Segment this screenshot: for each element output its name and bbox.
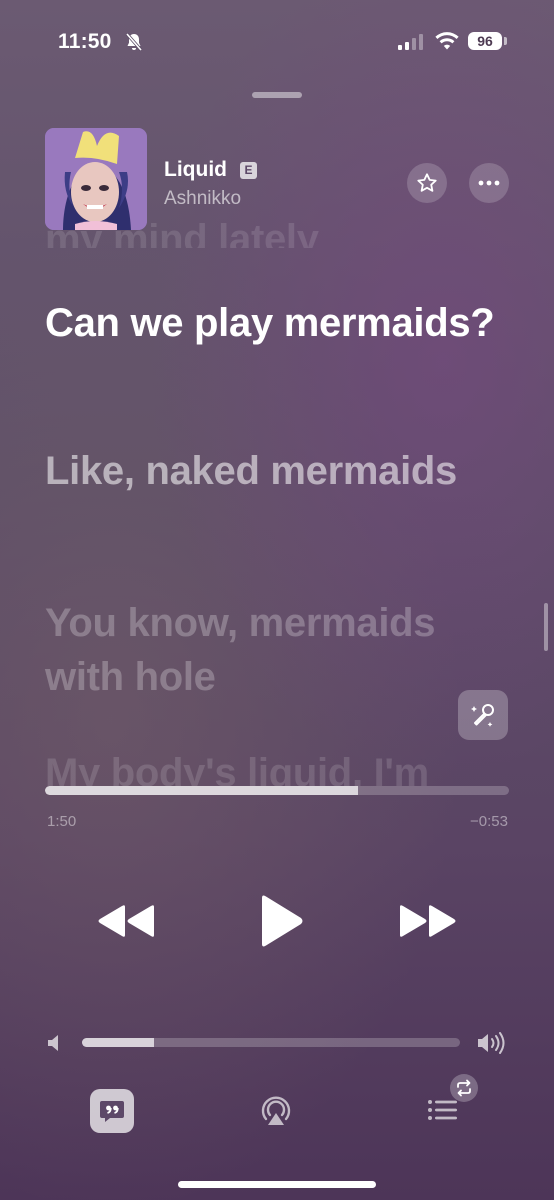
rewind-icon: [98, 905, 154, 937]
sing-button[interactable]: [458, 690, 508, 740]
explicit-badge: E: [240, 162, 257, 179]
sheet-grabber[interactable]: [252, 92, 302, 98]
more-button[interactable]: [469, 163, 509, 203]
wifi-icon: [435, 32, 459, 50]
repeat-icon: [457, 1079, 471, 1097]
microphone-sparkle-icon: [471, 704, 494, 727]
repeat-button[interactable]: [450, 1074, 478, 1102]
lyric-line[interactable]: My body's liquid, I'm: [45, 746, 515, 786]
more-icon: [478, 180, 500, 186]
elapsed-time: 1:50: [47, 813, 77, 830]
song-title: Liquid: [164, 158, 227, 181]
lyrics-button[interactable]: [90, 1089, 134, 1133]
battery-cap: [504, 37, 507, 45]
lyric-line[interactable]: You know, mermaids with hole: [45, 596, 515, 704]
fast-forward-icon: [400, 905, 456, 937]
lyrics-scrollbar[interactable]: [544, 603, 548, 651]
volume-slider[interactable]: [82, 1038, 460, 1047]
cellular-signal-icon: [398, 34, 423, 50]
airplay-icon: [261, 1096, 291, 1125]
artist-name[interactable]: Ashnikko: [164, 188, 241, 210]
bell-slash-icon: [125, 32, 143, 52]
playback-scrubber[interactable]: [45, 786, 509, 795]
lyric-line-active[interactable]: Can we play mermaids?: [45, 296, 515, 350]
lyrics-icon: [100, 1101, 124, 1122]
rewind-button[interactable]: [96, 896, 158, 946]
play-button[interactable]: [250, 890, 310, 952]
lyric-line[interactable]: Like, naked mermaids: [45, 444, 515, 498]
play-icon: [262, 895, 303, 947]
airplay-button[interactable]: [256, 1089, 296, 1129]
lyric-line-previous[interactable]: my mind lately: [45, 212, 515, 248]
remaining-time: −0:53: [470, 813, 508, 830]
volume-high-icon: [478, 1032, 505, 1054]
volume-low-icon: [48, 1035, 58, 1051]
star-icon: [417, 173, 437, 192]
playback-progress-fill: [45, 786, 359, 795]
home-indicator[interactable]: [178, 1181, 376, 1188]
fast-forward-button[interactable]: [396, 896, 458, 946]
battery-icon: 96: [468, 32, 502, 50]
status-time: 11:50: [58, 30, 112, 53]
volume-slider-fill: [82, 1038, 154, 1047]
favorite-button[interactable]: [407, 163, 447, 203]
